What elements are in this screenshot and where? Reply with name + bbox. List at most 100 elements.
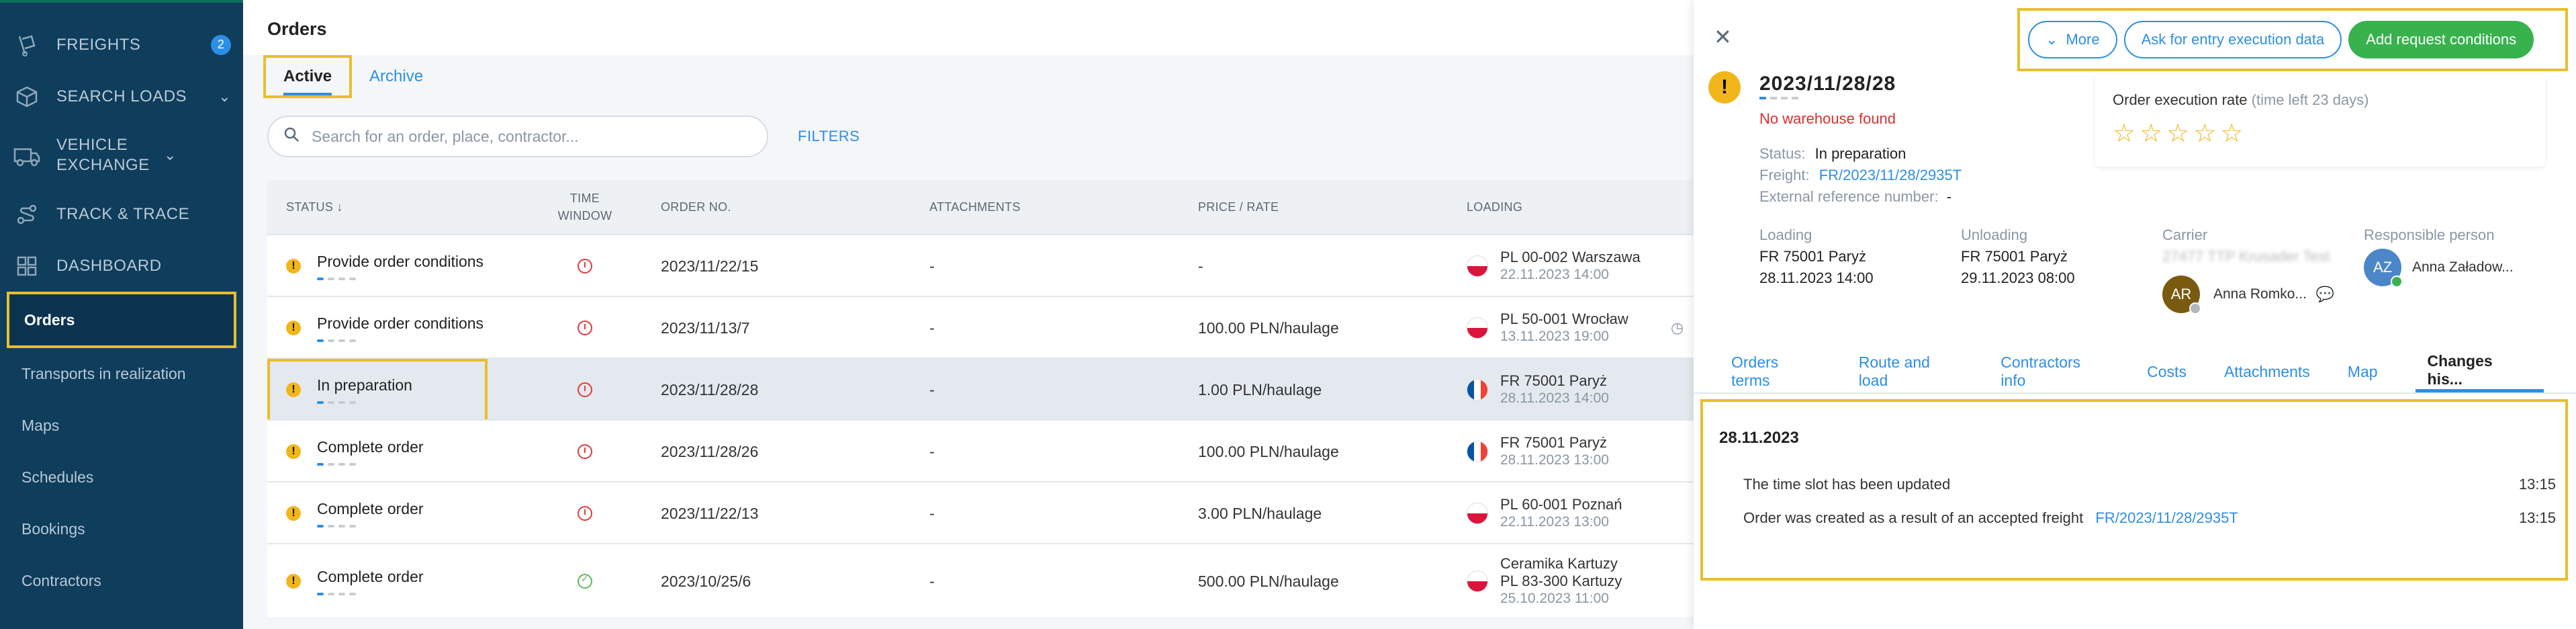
sidebar-sub-contractors[interactable]: Contractors — [0, 555, 243, 607]
ask-entry-data-button[interactable]: Ask for entry execution data — [2123, 21, 2342, 58]
extref-field: External reference number: - — [1759, 188, 1951, 206]
rating-stars[interactable]: ☆☆☆☆☆ — [2113, 118, 2528, 149]
sidebar-item-freights[interactable]: FREIGHTS 2 — [0, 19, 243, 71]
status-cell: ! Complete order — [286, 483, 424, 544]
loading-text: Ceramika Kartuzy PL 83-300 Kartuzy 25.10… — [1500, 555, 1622, 607]
sidebar-sub-orders[interactable]: Orders — [7, 292, 236, 348]
status-text: Provide order conditions — [317, 314, 484, 332]
close-icon[interactable]: ✕ — [1714, 24, 1732, 50]
responsible-label: Responsible person — [2364, 226, 2495, 243]
loading-place: FR 75001 Paryż — [1500, 434, 1607, 451]
rate-time-left: (time left 23 days) — [2251, 91, 2369, 108]
poland-flag-icon — [1467, 571, 1488, 592]
search-input[interactable]: Search for an order, place, contractor..… — [267, 116, 768, 157]
history-icon[interactable]: ◷ — [1671, 297, 1684, 359]
loading-text: PL 00-002 Warszawa 22.11.2023 14:00 — [1500, 249, 1641, 284]
loading-cell: FR 75001 Paryż 28.11.2023 13:00 — [1467, 421, 1609, 483]
unloading-date: 29.11.2023 08:00 — [1961, 269, 2075, 286]
loading-date: 25.10.2023 11:00 — [1500, 591, 1609, 606]
tab-archive[interactable]: Archive — [352, 55, 441, 98]
col-status[interactable]: STATUS ↓ — [286, 200, 343, 214]
loading-company: Ceramika Kartuzy — [1500, 555, 1618, 572]
responsible-person[interactable]: AZ Anna Załadow... — [2364, 249, 2514, 288]
filters-button[interactable]: FILTERS — [798, 128, 860, 145]
freight-link[interactable]: FR/2023/11/28/2935T — [1819, 167, 1962, 183]
loading-cell: FR 75001 Paryż 28.11.2023 14:00 — [1467, 359, 1609, 421]
status-text: Complete order — [317, 567, 424, 585]
tab-map[interactable]: Map — [2348, 351, 2378, 392]
unloading-info: Unloading FR 75001 Paryż 29.11.2023 08:0… — [1961, 224, 2075, 289]
tab-costs[interactable]: Costs — [2147, 351, 2187, 392]
table-row[interactable]: ! Provide order conditions 2023/11/22/15… — [267, 234, 1694, 296]
sidebar-sub-schedules[interactable]: Schedules — [0, 452, 243, 503]
freight-field: Freight: FR/2023/11/28/2935T — [1759, 167, 1962, 184]
table-row[interactable]: ! Complete order 2023/11/22/13 - 3.00 PL… — [267, 481, 1694, 543]
history-date: 28.11.2023 — [1719, 429, 1799, 447]
sidebar-item-vehicle-exchange[interactable]: VEHICLE EXCHANGE ⌄ — [0, 122, 243, 188]
price-cell: 100.00 PLN/haulage — [1198, 442, 1339, 460]
chevron-down-icon: ⌄ — [218, 87, 231, 105]
time-window-cell — [578, 297, 592, 359]
sidebar-sub-transports[interactable]: Transports in realization — [0, 348, 243, 400]
chat-icon[interactable]: 💬 — [2316, 284, 2334, 305]
loading-place: FR 75001 Paryż — [1500, 372, 1607, 389]
status-block: Provide order conditions — [317, 253, 484, 280]
status-label: Status: — [1759, 145, 1806, 162]
poland-flag-icon — [1467, 255, 1488, 277]
sidebar-sub-maps[interactable]: Maps — [0, 400, 243, 452]
tabs-divider — [1694, 392, 2576, 394]
extref-value: - — [1946, 188, 1952, 205]
carrier-person[interactable]: AR Anna Romko... 💬 — [2162, 276, 2334, 314]
orders-tabs: Active Archive — [263, 52, 441, 101]
tab-route-and-load[interactable]: Route and load — [1859, 351, 1964, 392]
avatar-initials: AR — [2170, 286, 2192, 302]
time-alert-icon — [578, 506, 592, 521]
chevron-down-icon: ⌄ — [2045, 31, 2058, 48]
tab-changes-history[interactable]: Changes his... — [2415, 351, 2544, 392]
search-icon — [283, 126, 300, 146]
loading-place: PL 00-002 Warszawa — [1500, 249, 1641, 265]
status-block: Complete order — [317, 568, 424, 595]
col-loading: LOADING — [1467, 200, 1523, 214]
sidebar-item-track-trace[interactable]: TRACK & TRACE — [0, 188, 243, 240]
loading-cell: PL 50-001 Wrocław 13.11.2023 19:00 — [1467, 297, 1628, 359]
table-row[interactable]: ! Complete order 2023/11/28/26 - 100.00 … — [267, 419, 1694, 481]
sidebar-item-dashboard[interactable]: DASHBOARD — [0, 240, 243, 292]
col-time-window: TIME WINDOW — [557, 192, 612, 222]
add-request-conditions-button[interactable]: Add request conditions — [2348, 21, 2534, 58]
time-alert-icon — [578, 382, 592, 397]
execution-rate-card: Order execution rate (time left 23 days)… — [2095, 75, 2545, 167]
tab-orders-terms[interactable]: Orders terms — [1731, 351, 1821, 392]
attachments-cell: - — [929, 319, 935, 337]
tab-attachments[interactable]: Attachments — [2224, 351, 2310, 392]
tab-contractors-info[interactable]: Contractors info — [2000, 351, 2109, 392]
price-cell: 500.00 PLN/haulage — [1198, 572, 1339, 590]
history-time: 13:15 — [2518, 476, 2556, 493]
order-no-cell: 2023/11/28/26 — [661, 442, 759, 460]
loading-cell: PL 00-002 Warszawa 22.11.2023 14:00 — [1467, 235, 1641, 297]
time-alert-icon — [578, 259, 592, 274]
table-row[interactable]: ! Complete order 2023/10/25/6 - 500.00 P… — [267, 543, 1694, 617]
table-row[interactable]: ! Provide order conditions 2023/11/13/7 … — [267, 296, 1694, 358]
responsible-info: Responsible person AZ Anna Załadow... — [2364, 224, 2514, 288]
chevron-down-icon: ⌄ — [164, 146, 177, 163]
tab-active[interactable]: Active — [263, 55, 353, 98]
sidebar-item-label: VEHICLE EXCHANGE — [56, 136, 150, 174]
history-text: Order was created as a result of an acce… — [1743, 509, 2084, 526]
freights-icon — [13, 32, 40, 58]
extref-label: External reference number: — [1759, 188, 1939, 205]
sidebar-sub-bookings[interactable]: Bookings — [0, 503, 243, 555]
rate-title-text: Order execution rate — [2113, 91, 2248, 108]
presence-dot — [2189, 302, 2201, 314]
table-row[interactable]: ! In preparation 2023/11/28/28 - 1.00 PL… — [267, 358, 1694, 426]
progress-dots — [317, 339, 484, 342]
warning-icon: ! — [286, 506, 301, 521]
loading-date: 28.11.2023 14:00 — [1759, 269, 1874, 286]
more-button[interactable]: ⌄ More — [2028, 21, 2117, 58]
history-freight-link[interactable]: FR/2023/11/28/2935T — [2095, 509, 2238, 526]
order-no-cell: 2023/11/22/15 — [661, 257, 759, 275]
progress-dots — [317, 277, 484, 280]
main-header: Orders — [243, 0, 1694, 55]
sidebar-item-search-loads[interactable]: SEARCH LOADS ⌄ — [0, 71, 243, 122]
more-label: More — [2066, 31, 2100, 48]
